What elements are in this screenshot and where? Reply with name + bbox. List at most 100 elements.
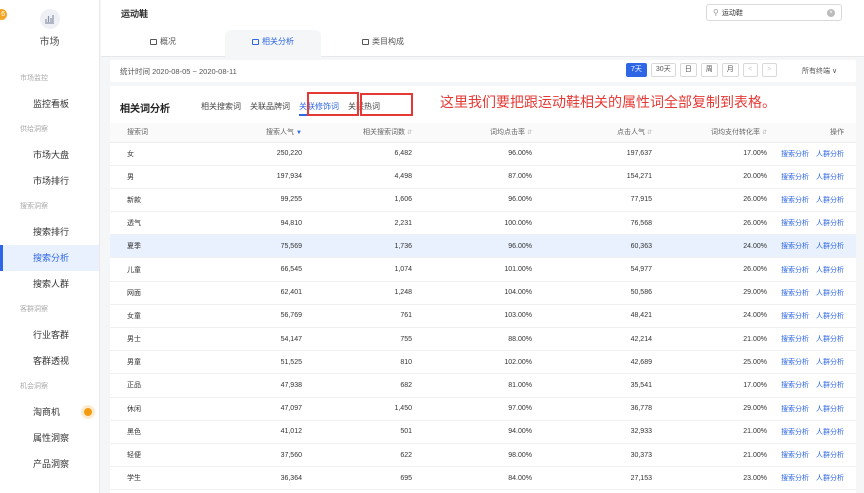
table-cell: 男	[110, 165, 202, 189]
search-analysis-link[interactable]: 搜索分析	[781, 313, 809, 320]
table-cell: 29.00%	[652, 281, 767, 305]
subtab-0[interactable]: 相关搜索词	[201, 101, 241, 116]
search-analysis-link[interactable]: 搜索分析	[781, 429, 809, 436]
table-row[interactable]: 黑色 41,012 501 94.00% 32,933 21.00% 搜索分析 人群分析	[110, 420, 856, 444]
sidebar-nav: 市场监控 监控看板 供给洞察 市场大盘 市场排行 搜索洞察 搜索排行 搜索分析 搜索人群 客群洞察…	[0, 56, 99, 477]
crowd-analysis-link[interactable]: 人群分析	[816, 429, 844, 436]
table-row[interactable]: 男 197,934 4,498 87.00% 154,271 20.00% 搜索分析 人群分析	[110, 165, 856, 189]
crowd-analysis-link[interactable]: 人群分析	[816, 359, 844, 366]
crowd-analysis-link[interactable]: 人群分析	[816, 452, 844, 459]
date-range-buttons: 7天 30天日周月 < >	[626, 63, 777, 77]
search-analysis-link[interactable]: 搜索分析	[781, 382, 809, 389]
table-row[interactable]: 男士 54,147 755 88.00% 42,214 21.00% 搜索分析 人群分析	[110, 327, 856, 352]
sidebar-item[interactable]: 产品洞察	[0, 451, 99, 477]
table-row[interactable]: 透气 94,810 2,231 100.00% 76,568 26.00% 搜索分析 人群分析	[110, 211, 856, 236]
device-select[interactable]: 所有终端 ∨	[802, 66, 837, 76]
search-analysis-link[interactable]: 搜索分析	[781, 359, 809, 366]
table-cell-actions: 搜索分析 人群分析	[767, 281, 856, 305]
table-cell: 695	[302, 466, 412, 491]
date-range-button[interactable]: <	[742, 63, 758, 77]
col-header-related-count[interactable]: 相关搜索词数 ⇵	[302, 123, 412, 143]
table-row[interactable]: 学生 36,364 695 84.00% 27,153 23.00% 搜索分析 人群分析	[110, 466, 856, 491]
col-header-conversion[interactable]: 词均支付转化率 ⇵	[652, 123, 767, 143]
sidebar-item[interactable]: 市场排行	[0, 168, 99, 194]
table-row[interactable]: 女童 56,769 761 103.00% 48,421 24.00% 搜索分析 人群分析	[110, 304, 856, 329]
table-row[interactable]: 正品 47,938 682 81.00% 35,541 17.00% 搜索分析 人群分析	[110, 373, 856, 398]
search-analysis-link[interactable]: 搜索分析	[781, 290, 809, 297]
tab-1[interactable]: 相关分析	[225, 30, 321, 57]
crowd-analysis-link[interactable]: 人群分析	[816, 220, 844, 227]
sidebar-item[interactable]: 淘商机	[0, 399, 99, 425]
crowd-analysis-link[interactable]: 人群分析	[816, 267, 844, 274]
tab-2[interactable]: 类目构成	[335, 30, 431, 57]
table-row[interactable]: 女 250,220 6,482 96.00% 197,637 17.00% 搜索分析 人群分析	[110, 142, 856, 166]
table-cell: 透气	[110, 211, 202, 236]
table-cell: 4,498	[302, 165, 412, 189]
table-cell: 24.00%	[652, 304, 767, 329]
nav-group-title: 供给洞察	[20, 126, 48, 133]
col-header-ctr[interactable]: 词均点击率 ⇵	[412, 123, 532, 143]
market-logo[interactable]: 市场	[0, 0, 99, 56]
table-row[interactable]: 新款 99,255 1,606 96.00% 77,915 26.00% 搜索分析 人群分析	[110, 188, 856, 213]
table-row[interactable]: 休闲 47,097 1,450 97.00% 36,778 29.00% 搜索分析 人群分析	[110, 397, 856, 421]
table-cell: 2,231	[302, 211, 412, 236]
table-row[interactable]: 网面 62,401 1,248 104.00% 50,586 29.00% 搜索分析 人群分析	[110, 281, 856, 305]
keyword-search-input[interactable]	[721, 9, 802, 16]
keyword-title: 运动鞋	[121, 9, 149, 19]
crowd-analysis-link[interactable]: 人群分析	[816, 406, 844, 413]
crowd-analysis-link[interactable]: 人群分析	[816, 290, 844, 297]
search-analysis-link[interactable]: 搜索分析	[781, 220, 809, 227]
sidebar-item[interactable]: 监控看板	[0, 91, 99, 117]
table-row[interactable]: 夏季 75,569 1,736 96.00% 60,363 24.00% 搜索分析 人群分析	[110, 234, 856, 259]
crowd-analysis-link[interactable]: 人群分析	[816, 174, 844, 181]
table-row[interactable]: 男童 51,525 810 102.00% 42,689 25.00% 搜索分析 人群分析	[110, 350, 856, 375]
crowd-analysis-link[interactable]: 人群分析	[816, 382, 844, 389]
sidebar-item[interactable]: 行业客群	[0, 322, 99, 348]
table-cell: 26.00%	[652, 257, 767, 282]
sidebar-item[interactable]: 搜索人群	[0, 271, 99, 297]
table-cell-actions: 搜索分析 人群分析	[767, 443, 856, 468]
search-analysis-link[interactable]: 搜索分析	[781, 336, 809, 343]
table-cell: 56,769	[202, 304, 302, 329]
tab-icon	[362, 39, 369, 45]
date-range-button[interactable]: 7天	[626, 63, 647, 77]
crowd-analysis-link[interactable]: 人群分析	[816, 336, 844, 343]
crowd-analysis-link[interactable]: 人群分析	[816, 313, 844, 320]
clear-icon[interactable]: ×	[827, 8, 835, 17]
date-range-button[interactable]: 月	[721, 63, 739, 77]
search-analysis-link[interactable]: 搜索分析	[781, 267, 809, 274]
table-cell: 101.00%	[412, 257, 532, 282]
table-row[interactable]: 儿童 66,545 1,074 101.00% 54,977 26.00% 搜索分析 人群分析	[110, 257, 856, 282]
date-range-button[interactable]: >	[761, 63, 777, 77]
sidebar-item[interactable]: 属性洞察	[0, 425, 99, 451]
table-cell: 网面	[110, 281, 202, 305]
sidebar-item[interactable]: 搜索排行	[0, 219, 99, 245]
table-cell: 87.00%	[412, 165, 532, 189]
table-cell: 25.00%	[652, 350, 767, 375]
date-range-button[interactable]: 30天	[650, 63, 676, 77]
search-analysis-link[interactable]: 搜索分析	[781, 197, 809, 204]
tab-0[interactable]: 概况	[115, 30, 211, 57]
table-cell: 75,569	[202, 234, 302, 259]
keyword-search-box[interactable]: ⚲ ×	[706, 4, 842, 21]
crowd-analysis-link[interactable]: 人群分析	[816, 475, 844, 482]
table-cell: 197,934	[202, 165, 302, 189]
search-analysis-link[interactable]: 搜索分析	[781, 452, 809, 459]
date-range-button[interactable]: 日	[679, 63, 697, 77]
search-analysis-link[interactable]: 搜索分析	[781, 243, 809, 250]
search-analysis-link[interactable]: 搜索分析	[781, 475, 809, 482]
sidebar-item[interactable]: 客群透视	[0, 348, 99, 374]
sidebar-item[interactable]: 搜索分析	[0, 245, 99, 271]
date-range-button[interactable]: 周	[700, 63, 718, 77]
crowd-analysis-link[interactable]: 人群分析	[816, 197, 844, 204]
subtab-1[interactable]: 关联品牌词	[250, 101, 290, 116]
search-analysis-link[interactable]: 搜索分析	[781, 151, 809, 158]
sidebar-item[interactable]: 市场大盘	[0, 142, 99, 168]
col-header-clicks[interactable]: 点击人气 ⇵	[532, 123, 652, 143]
table-row[interactable]: 轻便 37,560 622 98.00% 30,373 21.00% 搜索分析 人群分析	[110, 443, 856, 468]
search-analysis-link[interactable]: 搜索分析	[781, 174, 809, 181]
col-header-popularity[interactable]: 搜索人气 ▼	[202, 123, 302, 143]
crowd-analysis-link[interactable]: 人群分析	[816, 151, 844, 158]
search-analysis-link[interactable]: 搜索分析	[781, 406, 809, 413]
crowd-analysis-link[interactable]: 人群分析	[816, 243, 844, 250]
